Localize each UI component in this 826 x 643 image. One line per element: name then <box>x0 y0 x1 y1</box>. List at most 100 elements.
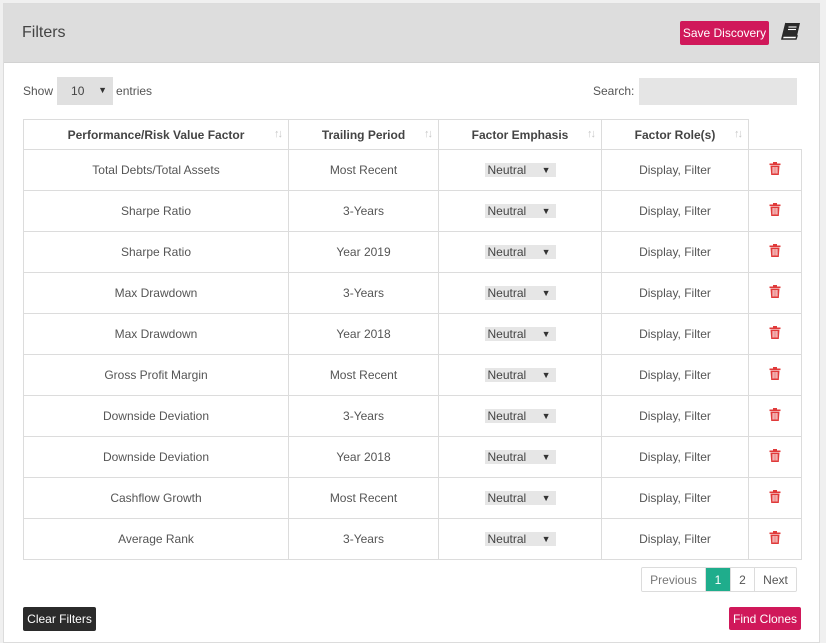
pagination-page-1[interactable]: 1 <box>706 568 731 591</box>
sort-icon: ↑↓ <box>587 128 596 140</box>
table-row: Gross Profit Margin Most Recent Neutral … <box>23 354 802 396</box>
emphasis-cell: Neutral ▼ <box>438 313 602 355</box>
role-cell: Display, Filter <box>601 272 749 314</box>
factor-name: Max Drawdown <box>114 286 198 300</box>
emphasis-cell: Neutral ▼ <box>438 190 602 232</box>
period-cell: 3-Years <box>288 518 439 560</box>
column-header-factor[interactable]: Performance/Risk Value Factor ↑↓ <box>23 119 289 150</box>
column-header-role[interactable]: Factor Role(s) ↑↓ <box>601 119 749 150</box>
book-icon[interactable] <box>780 21 802 41</box>
factor-emphasis-value: Neutral <box>487 245 527 259</box>
trash-icon[interactable] <box>769 449 781 462</box>
trash-icon[interactable] <box>769 408 781 421</box>
actions-cell <box>748 395 802 437</box>
factor-emphasis-value: Neutral <box>487 204 527 218</box>
role-cell: Display, Filter <box>601 395 749 437</box>
period-cell: Year 2018 <box>288 436 439 478</box>
actions-cell <box>748 436 802 478</box>
emphasis-cell: Neutral ▼ <box>438 231 602 273</box>
factor-cell: Downside Deviation <box>23 436 289 478</box>
chevron-down-icon: ▼ <box>541 452 551 462</box>
period-cell: Year 2019 <box>288 231 439 273</box>
sort-icon: ↑↓ <box>424 128 433 140</box>
trash-icon[interactable] <box>769 367 781 380</box>
column-header-emphasis[interactable]: Factor Emphasis ↑↓ <box>438 119 602 150</box>
table-row: Cashflow Growth Most Recent Neutral ▼ Di… <box>23 477 802 519</box>
factor-cell: Sharpe Ratio <box>23 231 289 273</box>
find-clones-button[interactable]: Find Clones <box>729 607 801 630</box>
table-row: Max Drawdown 3-Years Neutral ▼ Display, … <box>23 272 802 314</box>
factor-emphasis-select[interactable]: Neutral ▼ <box>484 491 556 505</box>
chevron-down-icon: ▼ <box>541 329 551 339</box>
factor-name: Downside Deviation <box>102 409 210 423</box>
pagination-previous[interactable]: Previous <box>642 568 706 591</box>
factor-roles: Display, Filter <box>639 491 711 505</box>
sort-icon: ↑↓ <box>734 128 743 140</box>
factor-emphasis-select[interactable]: Neutral ▼ <box>484 327 556 341</box>
pagination: Previous 1 2 Next <box>641 567 797 592</box>
factor-emphasis-value: Neutral <box>487 532 527 546</box>
period-cell: 3-Years <box>288 395 439 437</box>
chevron-down-icon: ▼ <box>541 288 551 298</box>
emphasis-cell: Neutral ▼ <box>438 518 602 560</box>
trash-icon[interactable] <box>769 203 781 216</box>
factor-emphasis-select[interactable]: Neutral ▼ <box>484 368 556 382</box>
chevron-down-icon: ▼ <box>541 493 551 503</box>
factor-cell: Sharpe Ratio <box>23 190 289 232</box>
entries-select-value: 10 <box>71 84 85 98</box>
factor-cell: Gross Profit Margin <box>23 354 289 396</box>
period-cell: 3-Years <box>288 190 439 232</box>
trailing-period: Year 2018 <box>336 327 391 341</box>
trash-icon[interactable] <box>769 531 781 544</box>
table-row: Downside Deviation Year 2018 Neutral ▼ D… <box>23 436 802 478</box>
search-input[interactable] <box>639 77 798 105</box>
factor-emphasis-value: Neutral <box>487 409 527 423</box>
factor-emphasis-select[interactable]: Neutral ▼ <box>484 245 556 259</box>
column-header-actions <box>748 119 802 150</box>
actions-cell <box>748 190 802 232</box>
search-label: Search: <box>593 84 635 98</box>
factor-cell: Max Drawdown <box>23 313 289 355</box>
chevron-down-icon: ▼ <box>541 411 551 421</box>
factor-emphasis-select[interactable]: Neutral ▼ <box>484 409 556 423</box>
trash-icon[interactable] <box>769 162 781 175</box>
factor-name: Average Rank <box>118 532 194 546</box>
factor-emphasis-value: Neutral <box>487 368 527 382</box>
actions-cell <box>748 231 802 273</box>
pagination-page-2[interactable]: 2 <box>731 568 755 591</box>
trash-icon[interactable] <box>769 326 781 339</box>
table-row: Total Debts/Total Assets Most Recent Neu… <box>23 149 802 191</box>
factor-emphasis-select[interactable]: Neutral ▼ <box>484 286 556 300</box>
length-control: Show 10 ▼ entries <box>23 77 152 105</box>
chevron-down-icon: ▼ <box>541 247 551 257</box>
role-cell: Display, Filter <box>601 354 749 396</box>
trailing-period: Most Recent <box>329 491 398 505</box>
factor-emphasis-select[interactable]: Neutral ▼ <box>484 163 556 177</box>
actions-cell <box>748 149 802 191</box>
factor-emphasis-select[interactable]: Neutral ▼ <box>484 450 556 464</box>
entries-select[interactable]: 10 ▼ <box>57 77 114 105</box>
column-header-period[interactable]: Trailing Period ↑↓ <box>288 119 439 150</box>
table-row: Sharpe Ratio Year 2019 Neutral ▼ Display… <box>23 231 802 273</box>
save-discovery-button[interactable]: Save Discovery <box>680 21 769 45</box>
factor-emphasis-select[interactable]: Neutral ▼ <box>484 532 556 546</box>
actions-cell <box>748 518 802 560</box>
factor-cell: Average Rank <box>23 518 289 560</box>
actions-cell <box>748 354 802 396</box>
actions-cell <box>748 477 802 519</box>
pagination-next[interactable]: Next <box>755 568 796 591</box>
show-label: Show <box>23 84 54 98</box>
period-cell: Most Recent <box>288 149 439 191</box>
emphasis-cell: Neutral ▼ <box>438 436 602 478</box>
role-cell: Display, Filter <box>601 477 749 519</box>
trash-icon[interactable] <box>769 490 781 503</box>
factor-roles: Display, Filter <box>639 286 711 300</box>
table-row: Downside Deviation 3-Years Neutral ▼ Dis… <box>23 395 802 437</box>
factor-emphasis-select[interactable]: Neutral ▼ <box>484 204 556 218</box>
trash-icon[interactable] <box>769 285 781 298</box>
factor-cell: Total Debts/Total Assets <box>23 149 289 191</box>
role-cell: Display, Filter <box>601 149 749 191</box>
factor-name: Total Debts/Total Assets <box>92 163 220 177</box>
clear-filters-button[interactable]: Clear Filters <box>23 607 96 631</box>
trash-icon[interactable] <box>769 244 781 257</box>
